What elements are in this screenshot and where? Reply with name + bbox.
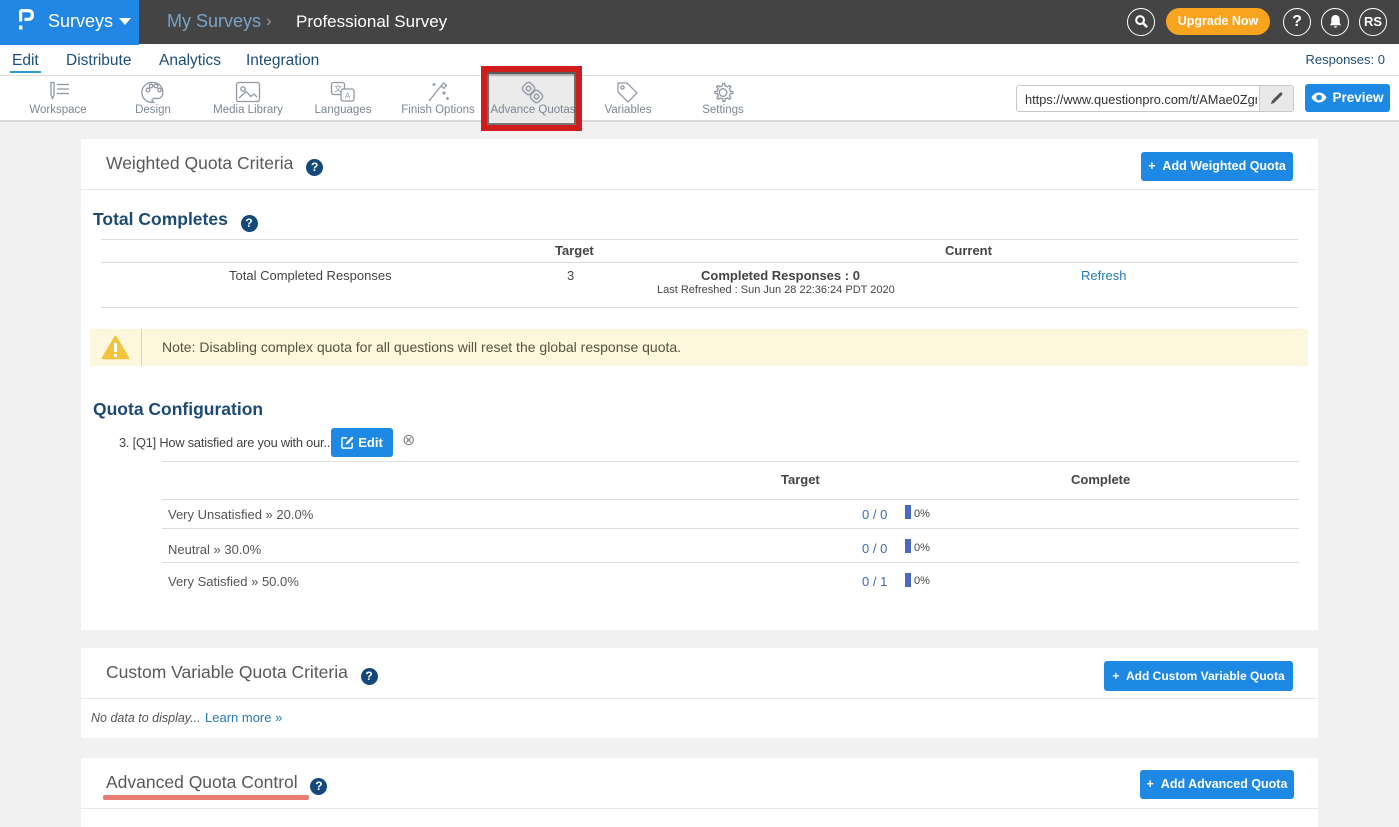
svg-text:文: 文 xyxy=(334,84,342,94)
svg-text:A: A xyxy=(345,92,351,101)
